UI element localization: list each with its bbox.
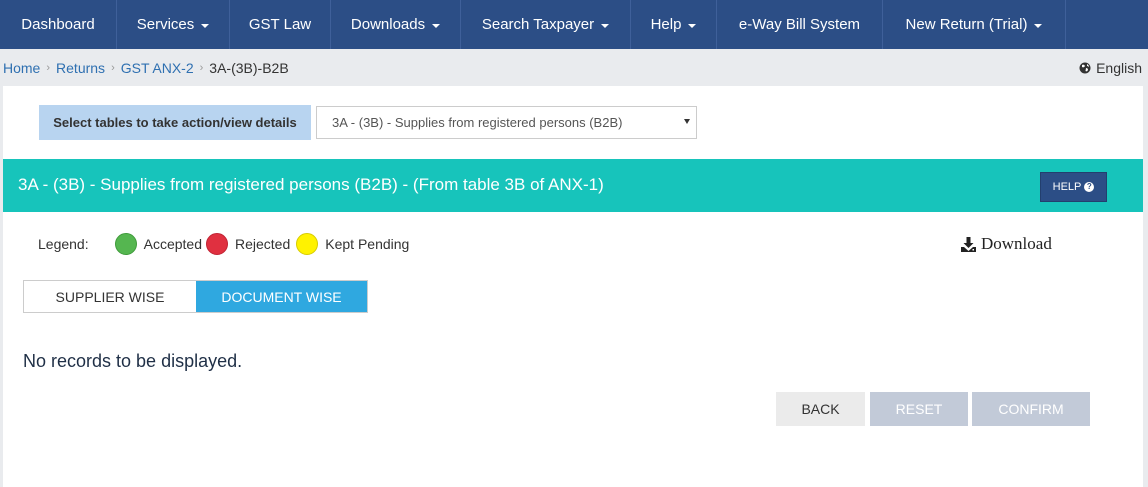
- caret-down-icon: [432, 23, 441, 28]
- chevron-right-icon: ›: [199, 62, 204, 74]
- table-select-dropdown[interactable]: 3A - (3B) - Supplies from registered per…: [316, 106, 697, 139]
- top-nav: Dashboard Services GST Law Downloads Sea…: [0, 0, 1148, 49]
- legend-label: Legend:: [38, 236, 89, 252]
- download-button[interactable]: Download: [961, 234, 1052, 254]
- chevron-right-icon: ›: [46, 62, 51, 74]
- download-icon: [961, 236, 976, 252]
- toggle-supplier-wise[interactable]: SUPPLIER WISE: [24, 281, 196, 312]
- question-icon: ?: [1084, 182, 1095, 192]
- confirm-button[interactable]: CONFIRM: [972, 392, 1090, 426]
- pending-dot-icon: [296, 233, 319, 255]
- nav-eway-bill[interactable]: e-Way Bill System: [717, 0, 883, 49]
- view-toggle: SUPPLIER WISE DOCUMENT WISE: [23, 280, 368, 313]
- nav-gst-law[interactable]: GST Law: [230, 0, 331, 49]
- reset-button[interactable]: RESET: [870, 392, 968, 426]
- nav-search-taxpayer[interactable]: Search Taxpayer: [461, 0, 631, 49]
- back-button[interactable]: BACK: [776, 392, 865, 426]
- section-header: 3A - (3B) - Supplies from registered per…: [3, 159, 1143, 212]
- empty-message: No records to be displayed.: [23, 351, 243, 371]
- breadcrumb: Home › Returns › GST ANX-2 › 3A-(3B)-B2B: [3, 60, 289, 76]
- globe-icon: [1079, 62, 1091, 74]
- chevron-right-icon: ›: [111, 62, 115, 74]
- nav-help[interactable]: Help: [631, 0, 717, 49]
- breadcrumb-home[interactable]: Home: [3, 60, 40, 76]
- nav-downloads[interactable]: Downloads: [331, 0, 461, 49]
- caret-down-icon: [201, 23, 210, 28]
- rejected-dot-icon: [205, 233, 228, 255]
- legend: Legend: Accepted Rejected Kept Pending: [38, 231, 413, 257]
- caret-down-icon: [684, 119, 690, 124]
- help-button[interactable]: HELP ?: [1040, 172, 1107, 202]
- language-selector[interactable]: English: [1079, 60, 1142, 76]
- nav-services[interactable]: Services: [117, 0, 230, 49]
- legend-accepted: Accepted: [143, 236, 202, 252]
- breadcrumb-returns[interactable]: Returns: [56, 60, 105, 76]
- legend-pending: Kept Pending: [325, 236, 410, 252]
- breadcrumb-current: 3A-(3B)-B2B: [209, 60, 289, 76]
- nav-dashboard[interactable]: Dashboard: [0, 0, 117, 49]
- breadcrumb-gst-anx2[interactable]: GST ANX-2: [121, 60, 194, 76]
- table-select-value: 3A - (3B) - Supplies from registered per…: [332, 115, 623, 130]
- caret-down-icon: [688, 23, 697, 28]
- toggle-document-wise[interactable]: DOCUMENT WISE: [196, 281, 367, 312]
- section-title: 3A - (3B) - Supplies from registered per…: [18, 175, 604, 194]
- table-select-label: Select tables to take action/view detail…: [39, 105, 311, 140]
- caret-down-icon: [601, 23, 610, 28]
- legend-rejected: Rejected: [234, 236, 291, 252]
- main-panel: Select tables to take action/view detail…: [3, 86, 1143, 487]
- nav-new-return[interactable]: New Return (Trial): [883, 0, 1066, 49]
- accepted-dot-icon: [114, 233, 137, 255]
- caret-down-icon: [1034, 23, 1043, 28]
